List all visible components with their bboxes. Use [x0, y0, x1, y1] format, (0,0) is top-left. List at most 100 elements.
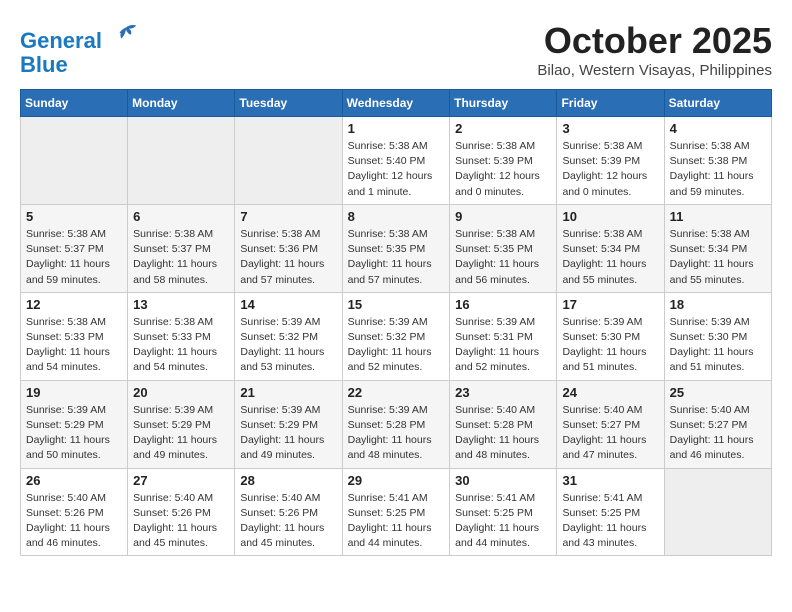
day-info: Sunrise: 5:38 AM Sunset: 5:39 PM Dayligh… [562, 139, 658, 200]
calendar-day-cell: 12 Sunrise: 5:38 AM Sunset: 5:33 PM Dayli… [21, 292, 128, 380]
day-number: 30 [455, 473, 551, 488]
day-number: 27 [133, 473, 229, 488]
day-info: Sunrise: 5:38 AM Sunset: 5:40 PM Dayligh… [348, 139, 445, 200]
day-info: Sunrise: 5:41 AM Sunset: 5:25 PM Dayligh… [562, 491, 658, 552]
calendar-day-cell: 10 Sunrise: 5:38 AM Sunset: 5:34 PM Dayli… [557, 204, 664, 292]
calendar-day-cell: 7 Sunrise: 5:38 AM Sunset: 5:36 PM Daylig… [235, 204, 342, 292]
day-number: 8 [348, 209, 445, 224]
calendar-day-cell: 16 Sunrise: 5:39 AM Sunset: 5:31 PM Dayli… [450, 292, 557, 380]
day-number: 29 [348, 473, 445, 488]
day-info: Sunrise: 5:39 AM Sunset: 5:28 PM Dayligh… [348, 403, 445, 464]
calendar-day-cell: 3 Sunrise: 5:38 AM Sunset: 5:39 PM Daylig… [557, 117, 664, 205]
day-info: Sunrise: 5:41 AM Sunset: 5:25 PM Dayligh… [348, 491, 445, 552]
day-number: 15 [348, 297, 445, 312]
title-block: October 2025 Bilao, Western Visayas, Phi… [537, 20, 772, 79]
day-number: 9 [455, 209, 551, 224]
calendar-day-cell: 8 Sunrise: 5:38 AM Sunset: 5:35 PM Daylig… [342, 204, 450, 292]
day-number: 16 [455, 297, 551, 312]
calendar-day-cell: 9 Sunrise: 5:38 AM Sunset: 5:35 PM Daylig… [450, 204, 557, 292]
calendar-week-row: 19Sunrise: 5:39 AM Sunset: 5:29 PM Dayli… [21, 380, 772, 468]
day-info: Sunrise: 5:39 AM Sunset: 5:32 PM Dayligh… [240, 315, 336, 376]
weekday-header-row: SundayMondayTuesdayWednesdayThursdayFrid… [21, 90, 772, 117]
day-number: 5 [26, 209, 122, 224]
logo: General Blue [20, 20, 140, 77]
calendar-day-cell: 11Sunrise: 5:38 AM Sunset: 5:34 PM Dayli… [664, 204, 771, 292]
day-number: 1 [348, 121, 445, 136]
weekday-header-wednesday: Wednesday [342, 90, 450, 117]
calendar-week-row: 5 Sunrise: 5:38 AM Sunset: 5:37 PM Daylig… [21, 204, 772, 292]
page-header: General Blue October 2025 Bilao, Western… [20, 20, 772, 79]
logo-general: General [20, 28, 102, 53]
day-info: Sunrise: 5:40 AM Sunset: 5:26 PM Dayligh… [240, 491, 336, 552]
day-number: 25 [670, 385, 766, 400]
weekday-header-saturday: Saturday [664, 90, 771, 117]
logo-bird-icon [112, 20, 140, 48]
weekday-header-sunday: Sunday [21, 90, 128, 117]
day-info: Sunrise: 5:41 AM Sunset: 5:25 PM Dayligh… [455, 491, 551, 552]
calendar-empty-cell [235, 117, 342, 205]
day-number: 4 [670, 121, 766, 136]
day-number: 6 [133, 209, 229, 224]
calendar-day-cell: 19Sunrise: 5:39 AM Sunset: 5:29 PM Dayli… [21, 380, 128, 468]
day-number: 14 [240, 297, 336, 312]
weekday-header-friday: Friday [557, 90, 664, 117]
calendar-day-cell: 26Sunrise: 5:40 AM Sunset: 5:26 PM Dayli… [21, 468, 128, 556]
calendar-day-cell: 13Sunrise: 5:38 AM Sunset: 5:33 PM Dayli… [128, 292, 235, 380]
day-info: Sunrise: 5:38 AM Sunset: 5:38 PM Dayligh… [670, 139, 766, 200]
day-number: 3 [562, 121, 658, 136]
logo-blue: Blue [20, 52, 68, 77]
calendar-day-cell: 6 Sunrise: 5:38 AM Sunset: 5:37 PM Daylig… [128, 204, 235, 292]
calendar-day-cell: 4 Sunrise: 5:38 AM Sunset: 5:38 PM Daylig… [664, 117, 771, 205]
calendar-day-cell: 1 Sunrise: 5:38 AM Sunset: 5:40 PM Daylig… [342, 117, 450, 205]
calendar-week-row: 26 Sunrise: 5:40 AM Sunset: 5:26 PM Dayli… [21, 468, 772, 556]
day-info: Sunrise: 5:38 AM Sunset: 5:35 PM Dayligh… [455, 227, 551, 288]
calendar-empty-cell [128, 117, 235, 205]
day-number: 10 [562, 209, 658, 224]
calendar-table: SundayMondayTuesdayWednesdayThursdayFrid… [20, 89, 772, 556]
day-info: Sunrise: 5:40 AM Sunset: 5:27 PM Dayligh… [562, 403, 658, 464]
day-info: Sunrise: 5:39 AM Sunset: 5:31 PM Dayligh… [455, 315, 551, 376]
day-info: Sunrise: 5:38 AM Sunset: 5:34 PM Dayligh… [562, 227, 658, 288]
day-info: Sunrise: 5:38 AM Sunset: 5:33 PM Dayligh… [26, 315, 122, 376]
day-info: Sunrise: 5:38 AM Sunset: 5:33 PM Dayligh… [133, 315, 229, 376]
month-title: October 2025 [537, 20, 772, 62]
logo-text: General Blue [20, 20, 140, 77]
calendar-day-cell: 23 Sunrise: 5:40 AM Sunset: 5:28 PM Dayli… [450, 380, 557, 468]
calendar-empty-cell [21, 117, 128, 205]
calendar-day-cell: 28 Sunrise: 5:40 AM Sunset: 5:26 PM Dayli… [235, 468, 342, 556]
day-info: Sunrise: 5:40 AM Sunset: 5:28 PM Dayligh… [455, 403, 551, 464]
day-number: 21 [240, 385, 336, 400]
calendar-day-cell: 5Sunrise: 5:38 AM Sunset: 5:37 PM Daylig… [21, 204, 128, 292]
day-info: Sunrise: 5:39 AM Sunset: 5:30 PM Dayligh… [562, 315, 658, 376]
day-number: 7 [240, 209, 336, 224]
day-info: Sunrise: 5:39 AM Sunset: 5:29 PM Dayligh… [26, 403, 122, 464]
calendar-day-cell: 17Sunrise: 5:39 AM Sunset: 5:30 PM Dayli… [557, 292, 664, 380]
calendar-day-cell: 22Sunrise: 5:39 AM Sunset: 5:28 PM Dayli… [342, 380, 450, 468]
calendar-day-cell: 31Sunrise: 5:41 AM Sunset: 5:25 PM Dayli… [557, 468, 664, 556]
calendar-week-row: 12 Sunrise: 5:38 AM Sunset: 5:33 PM Dayli… [21, 292, 772, 380]
calendar-day-cell: 24Sunrise: 5:40 AM Sunset: 5:27 PM Dayli… [557, 380, 664, 468]
calendar-empty-cell [664, 468, 771, 556]
day-info: Sunrise: 5:40 AM Sunset: 5:26 PM Dayligh… [133, 491, 229, 552]
day-info: Sunrise: 5:39 AM Sunset: 5:32 PM Dayligh… [348, 315, 445, 376]
day-number: 18 [670, 297, 766, 312]
calendar-day-cell: 27 Sunrise: 5:40 AM Sunset: 5:26 PM Dayli… [128, 468, 235, 556]
calendar-day-cell: 18Sunrise: 5:39 AM Sunset: 5:30 PM Dayli… [664, 292, 771, 380]
day-info: Sunrise: 5:38 AM Sunset: 5:35 PM Dayligh… [348, 227, 445, 288]
weekday-header-monday: Monday [128, 90, 235, 117]
day-number: 2 [455, 121, 551, 136]
day-number: 12 [26, 297, 122, 312]
day-info: Sunrise: 5:38 AM Sunset: 5:37 PM Dayligh… [133, 227, 229, 288]
day-info: Sunrise: 5:39 AM Sunset: 5:29 PM Dayligh… [240, 403, 336, 464]
weekday-header-tuesday: Tuesday [235, 90, 342, 117]
day-number: 26 [26, 473, 122, 488]
day-info: Sunrise: 5:38 AM Sunset: 5:36 PM Dayligh… [240, 227, 336, 288]
day-info: Sunrise: 5:40 AM Sunset: 5:27 PM Dayligh… [670, 403, 766, 464]
day-number: 28 [240, 473, 336, 488]
day-number: 23 [455, 385, 551, 400]
calendar-day-cell: 14 Sunrise: 5:39 AM Sunset: 5:32 PM Dayli… [235, 292, 342, 380]
weekday-header-thursday: Thursday [450, 90, 557, 117]
day-info: Sunrise: 5:39 AM Sunset: 5:29 PM Dayligh… [133, 403, 229, 464]
day-info: Sunrise: 5:38 AM Sunset: 5:34 PM Dayligh… [670, 227, 766, 288]
location: Bilao, Western Visayas, Philippines [537, 62, 772, 79]
